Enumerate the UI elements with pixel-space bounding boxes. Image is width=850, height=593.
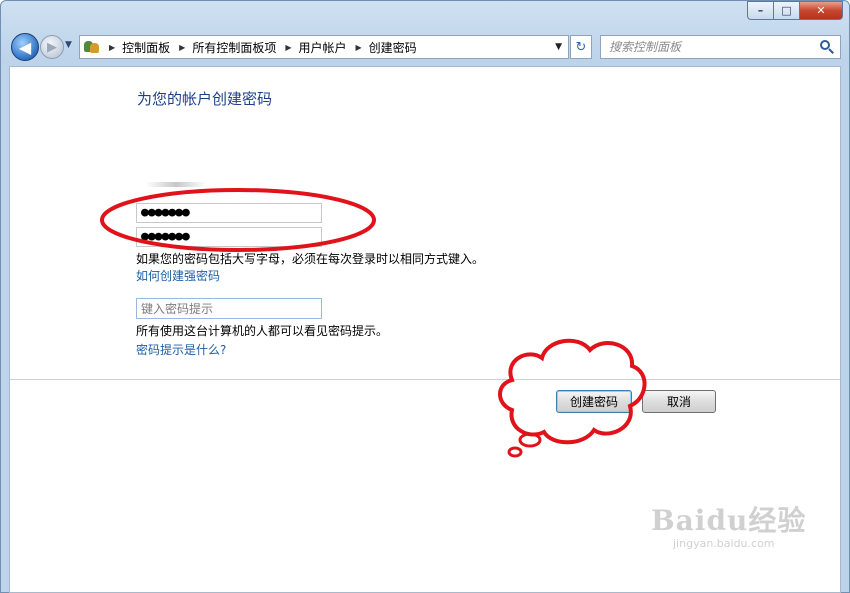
minimize-button[interactable]: – xyxy=(747,1,773,20)
strong-password-link[interactable]: 如何创建强密码 xyxy=(136,267,220,284)
address-dropdown-icon[interactable]: ▼ xyxy=(555,42,562,52)
breadcrumb-control-panel[interactable]: 控制面板 xyxy=(122,39,170,56)
hint-visibility-note: 所有使用这台计算机的人都可以看见密码提示。 xyxy=(136,324,389,338)
confirm-password-field[interactable]: ●●●●●●● xyxy=(136,227,322,247)
navigation-bar: ◀ ▶ ▼ ▶ 控制面板 ▶ 所有控制面板项 ▶ 用户帐户 ▶ 创建密码 ▼ ↻ xyxy=(1,29,849,65)
breadcrumb-separator[interactable]: ▶ xyxy=(109,43,115,52)
maximize-button[interactable]: □ xyxy=(773,1,799,20)
window-frame: – □ ✕ ◀ ▶ ▼ ▶ 控制面板 ▶ 所有控制面板项 ▶ 用户帐户 ▶ 创建… xyxy=(0,0,850,593)
forward-arrow-icon[interactable]: ▶ xyxy=(40,35,64,59)
password-hint-help-link[interactable]: 密码提示是什么? xyxy=(136,341,226,358)
close-button[interactable]: ✕ xyxy=(799,1,843,20)
caption-buttons: – □ ✕ xyxy=(747,1,843,20)
watermark-logo: Baidu经验 xyxy=(651,504,807,537)
breadcrumb-user-accounts[interactable]: 用户帐户 xyxy=(299,39,347,56)
address-bar[interactable]: ▶ 控制面板 ▶ 所有控制面板项 ▶ 用户帐户 ▶ 创建密码 ▼ xyxy=(79,35,569,59)
breadcrumb-separator[interactable]: ▶ xyxy=(179,43,185,52)
baidu-watermark: Baidu经验 jingyan.baidu.com xyxy=(651,499,806,550)
page-title: 为您的帐户创建密码 xyxy=(137,90,273,108)
new-password-field[interactable]: ●●●●●●● xyxy=(136,203,322,223)
recent-pages-dropdown-icon[interactable]: ▼ xyxy=(65,40,72,50)
search-input[interactable] xyxy=(609,40,817,54)
password-hint-field[interactable] xyxy=(136,298,322,319)
breadcrumb-separator[interactable]: ▶ xyxy=(356,43,362,52)
refresh-icon[interactable]: ↻ xyxy=(570,35,592,59)
search-icon[interactable] xyxy=(817,38,835,56)
breadcrumb-all-items[interactable]: 所有控制面板项 xyxy=(192,39,276,56)
breadcrumb-create-password[interactable]: 创建密码 xyxy=(369,39,417,56)
back-arrow-icon[interactable]: ◀ xyxy=(11,33,39,61)
blurred-label xyxy=(146,182,206,187)
breadcrumb-separator[interactable]: ▶ xyxy=(285,43,291,52)
divider xyxy=(10,379,840,380)
case-sensitivity-note: 如果您的密码包括大写字母，必须在每次登录时以相同方式键入。 xyxy=(136,252,485,266)
search-box[interactable] xyxy=(600,35,841,59)
cancel-button[interactable]: 取消 xyxy=(642,390,716,413)
create-password-button[interactable]: 创建密码 xyxy=(556,390,632,413)
control-panel-icon xyxy=(84,39,100,55)
